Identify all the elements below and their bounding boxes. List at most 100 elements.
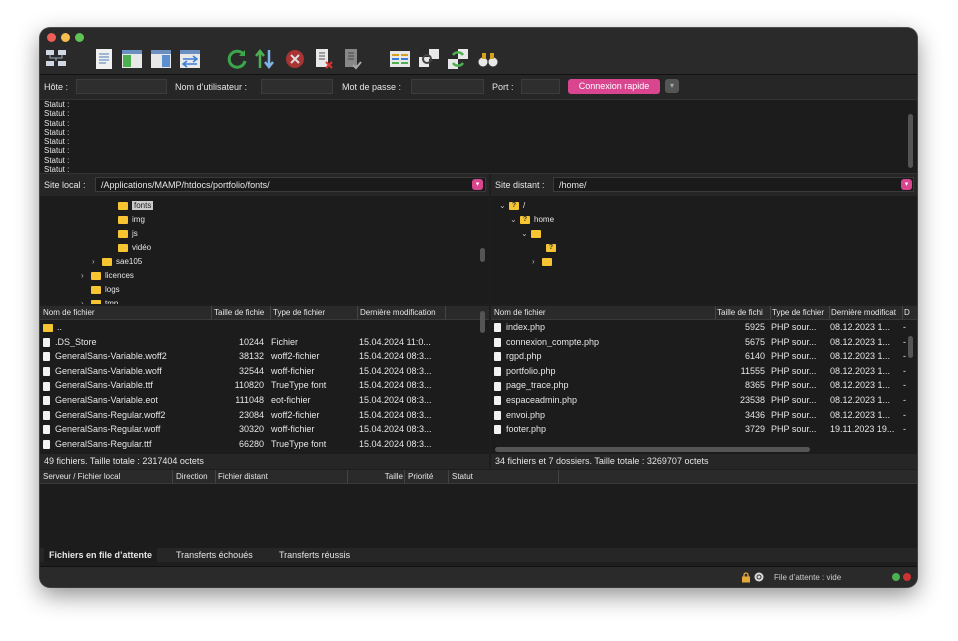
table-row[interactable]: envoi.php 3436 PHP sour... 08.12.2023 1... - <box>491 408 917 423</box>
remote-path-dropdown[interactable]: ▾ <box>901 179 912 190</box>
col-priority[interactable]: Priorité <box>408 472 446 481</box>
find-files-icon[interactable] <box>476 47 500 71</box>
tree-item-root[interactable]: ⌄? / <box>499 199 525 212</box>
status-bar: File d’attente : vide <box>40 566 917 587</box>
tree-item-unknown[interactable]: ? <box>546 241 560 254</box>
table-row[interactable]: espaceadmin.php 23538 PHP sour... 08.12.202… <box>491 393 917 408</box>
col-filename[interactable]: Nom de fichier <box>43 308 211 317</box>
table-row[interactable]: .DS_Store 10244 Fichier 15.04.2024 11:0... <box>40 335 489 350</box>
file-icon <box>43 410 50 420</box>
file-date-cell: 08.12.2023 1... <box>830 409 891 420</box>
chevron-right-icon[interactable]: › <box>92 255 102 268</box>
file-perm-cell: - <box>903 380 906 391</box>
local-path-dropdown[interactable]: ▾ <box>472 179 483 190</box>
local-tree-icon[interactable] <box>120 47 144 71</box>
col-modified[interactable]: Dernière modificat <box>831 308 902 317</box>
table-row[interactable]: GeneralSans-Regular.woff 30320 woff-fichie… <box>40 422 489 437</box>
site-manager-icon[interactable] <box>44 47 68 71</box>
col-filetype[interactable]: Type de fichier <box>772 308 828 317</box>
table-row[interactable]: rgpd.php 6140 PHP sour... 08.12.2023 1... - <box>491 349 917 364</box>
col-direction[interactable]: Direction <box>176 472 214 481</box>
col-filesize[interactable]: Taille de fichie <box>214 308 269 317</box>
quickconnect-button[interactable]: Connexion rapide <box>568 79 660 94</box>
tab-successful-transfers[interactable]: Transferts réussis <box>274 548 355 562</box>
tree-item-sae105[interactable]: › sae105 <box>92 255 142 268</box>
quickconnect-history-dropdown[interactable]: ▾ <box>665 79 679 93</box>
col-permissions[interactable]: D <box>904 308 914 317</box>
col-filetype[interactable]: Type de fichier <box>273 308 356 317</box>
col-status[interactable]: Statut <box>452 472 512 481</box>
file-type-cell: woff-fichier <box>271 424 315 435</box>
zoom-window-button[interactable] <box>75 33 84 42</box>
chevron-right-icon[interactable]: › <box>532 255 542 268</box>
log-scrollbar[interactable] <box>908 114 913 168</box>
remote-path-input[interactable]: /home/ <box>553 177 914 192</box>
table-row[interactable]: GeneralSans-Regular.woff2 23084 woff2-fich… <box>40 408 489 423</box>
file-name-cell: .. <box>43 322 211 332</box>
message-log-icon[interactable] <box>92 47 116 71</box>
search-remote-icon[interactable] <box>446 47 470 71</box>
remote-tree-icon[interactable] <box>149 47 173 71</box>
remote-status: 34 fichiers et 7 dossiers. Taille totale… <box>491 454 917 469</box>
chevron-right-icon[interactable]: › <box>81 269 91 282</box>
table-row[interactable]: connexion_compte.php 5675 PHP sour... 08.12… <box>491 335 917 350</box>
col-filename[interactable]: Nom de fichier <box>494 308 714 317</box>
file-name-cell: portfolio.php <box>494 366 714 376</box>
user-input[interactable] <box>261 79 333 94</box>
port-input[interactable] <box>521 79 560 94</box>
remote-list-hscrollbar[interactable] <box>495 447 810 452</box>
tab-queued-files[interactable]: Fichiers en file d’attente <box>44 548 158 562</box>
local-path-input[interactable]: /Applications/MAMP/htdocs/portfolio/font… <box>95 177 486 192</box>
file-date-cell: 08.12.2023 1... <box>830 322 891 332</box>
remote-list-scrollbar[interactable] <box>908 336 913 358</box>
table-row[interactable]: GeneralSans-Variable.ttf 110820 TrueType f… <box>40 378 489 393</box>
transfer-queue-icon[interactable] <box>178 47 202 71</box>
col-filesize[interactable]: Taille de fichi <box>717 308 768 317</box>
local-list-scrollbar[interactable] <box>480 311 485 333</box>
table-row[interactable]: portfolio.php 11555 PHP sour... 08.12.2023 … <box>491 364 917 379</box>
disconnect-icon[interactable] <box>311 47 335 71</box>
col-size[interactable]: Taille <box>383 472 403 481</box>
speed-limit-icon[interactable] <box>754 572 764 582</box>
table-row[interactable]: GeneralSans-Variable.eot 111048 eot-fichie… <box>40 393 489 408</box>
tree-item-home[interactable]: ⌄? home <box>510 213 554 226</box>
tree-item-logs[interactable]: logs <box>91 283 120 296</box>
file-icon <box>43 381 50 391</box>
table-row[interactable]: GeneralSans-Regular.ttf 66280 TrueType fon… <box>40 437 489 452</box>
password-input[interactable] <box>411 79 484 94</box>
table-row[interactable]: page_trace.php 8365 PHP sour... 08.12.2023 … <box>491 378 917 393</box>
local-tree-scrollbar[interactable] <box>480 248 485 262</box>
refresh-icon[interactable] <box>225 47 249 71</box>
col-remote-file[interactable]: Fichier distant <box>218 472 346 481</box>
process-queue-icon[interactable] <box>253 47 277 71</box>
cancel-icon[interactable] <box>283 47 307 71</box>
tree-item-tmp[interactable]: › tmp <box>81 297 118 304</box>
tree-item-licences[interactable]: › licences <box>81 269 134 282</box>
table-row[interactable]: footer.php 3729 PHP sour... 19.11.2023 19..… <box>491 422 917 437</box>
chevron-down-icon[interactable]: ⌄ <box>521 227 531 240</box>
chevron-right-icon[interactable]: › <box>81 297 91 304</box>
table-row[interactable]: GeneralSans-Variable.woff 32544 woff-fichi… <box>40 364 489 379</box>
minimize-window-button[interactable] <box>61 33 70 42</box>
tab-failed-transfers[interactable]: Transferts échoués <box>171 548 258 562</box>
host-input[interactable] <box>76 79 167 94</box>
table-row[interactable]: GeneralSans-Variable.woff2 38132 woff2-fic… <box>40 349 489 364</box>
sync-browsing-icon[interactable] <box>417 47 441 71</box>
file-name-cell: GeneralSans-Regular.woff2 <box>43 410 211 420</box>
file-type-cell: PHP sour... <box>771 380 817 391</box>
reconnect-icon[interactable] <box>340 47 364 71</box>
table-row[interactable]: index.php 5925 PHP sour... 08.12.2023 1... - <box>491 320 917 335</box>
tree-item-video[interactable]: vidéo <box>118 241 151 254</box>
tree-item-fonts[interactable]: fonts <box>118 199 154 212</box>
table-row[interactable]: .. <box>40 320 489 335</box>
close-window-button[interactable] <box>47 33 56 42</box>
col-local-file[interactable]: Serveur / Fichier local <box>43 472 171 481</box>
file-size-cell: 38132 <box>238 351 264 362</box>
tree-item-js[interactable]: js <box>118 227 138 240</box>
tree-item-collapsed[interactable]: › <box>532 255 556 268</box>
chevron-down-icon[interactable]: ⌄ <box>499 199 509 212</box>
chevron-down-icon[interactable]: ⌄ <box>510 213 520 226</box>
tree-item-subfolder[interactable]: ⌄ <box>521 227 545 240</box>
directory-comparison-icon[interactable] <box>388 47 412 71</box>
tree-item-img[interactable]: img <box>118 213 145 226</box>
